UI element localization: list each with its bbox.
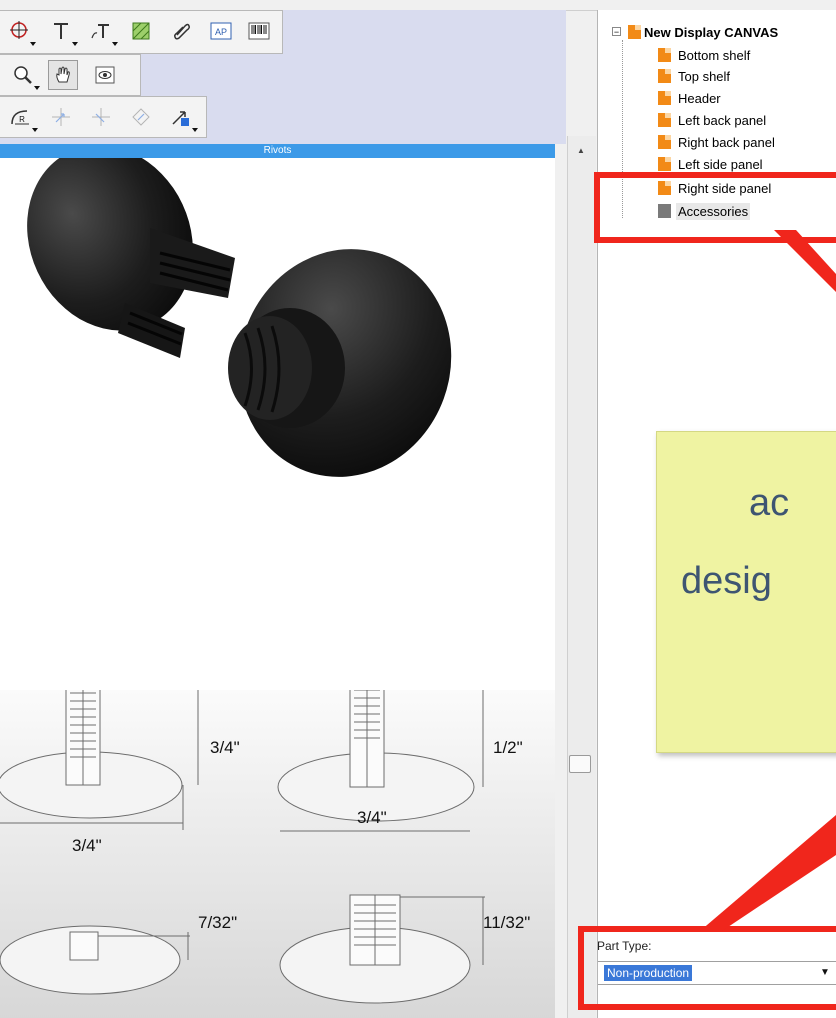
part-icon [658,91,671,105]
image-panel: 3/4" 3/4" 1/2" 3/4" 7/32" 11/32" [0,158,555,1018]
text-tool-icon[interactable] [46,16,78,46]
drawing-toolbar: AP [0,10,283,54]
threaded-rivet [228,249,452,477]
tree-item-label: Left side panel [678,157,763,172]
part-icon [658,135,671,149]
scroll-up-arrow-icon[interactable]: ▲ [577,146,585,155]
dim-top-right-height: 1/2" [493,738,523,757]
note-text-line-1: ac [749,482,790,524]
part-icon [658,113,671,127]
transform-icon[interactable] [166,102,198,132]
tree-item-label: Top shelf [678,69,731,84]
image-panel-title-bar: Rivots [0,144,555,158]
view-toolbar [0,54,141,96]
image-panel-scrollbar[interactable] [567,136,596,1018]
chevron-down-icon[interactable]: ▼ [820,967,830,978]
dimension-drawings: 3/4" 3/4" 1/2" 3/4" 7/32" 11/32" [0,690,555,1018]
part-icon [658,157,671,171]
dim-top-left-width: 3/4" [72,836,102,855]
crosshair-icon[interactable] [4,16,36,46]
split-rivet [27,158,235,358]
move-node-alt-icon[interactable] [86,102,116,132]
view-eye-icon[interactable] [90,60,120,90]
tree-item-label: Header [678,91,721,106]
part-type-value: Non-production [604,965,693,981]
zoom-icon[interactable] [8,60,40,90]
tree-root-label: New Display CANVAS [644,25,779,40]
move-node-icon[interactable] [46,102,76,132]
part-icon [658,48,671,62]
paperclip-icon[interactable] [166,16,196,46]
scrollbar-thumb[interactable] [569,755,591,773]
sticky-note: ac desig [656,431,836,753]
tree-item-label: Right back panel [678,135,775,150]
rivet-photo [27,158,452,477]
ap-icon[interactable]: AP [206,16,236,46]
callout-pointer-top [774,230,836,292]
note-text-line-2: desig [681,560,772,602]
dim-bottom-left-height: 7/32" [198,913,238,932]
dim-top-right-width: 3/4" [357,808,387,827]
part-icon [658,69,671,83]
callout-pointer-bottom [700,815,836,931]
tree-item-label: Left back panel [678,113,767,128]
part-type-select[interactable]: Non-production ▼ [598,961,836,985]
node-toolbar: R [0,96,207,138]
pattern-fill-icon[interactable] [126,16,156,46]
pan-hand-icon[interactable] [48,60,78,90]
radius-label: R [19,115,25,124]
rotate-node-icon[interactable] [126,102,156,132]
tree-item-label: Bottom shelf [678,48,751,63]
radius-icon[interactable]: R [6,102,38,132]
collapse-toggle-icon[interactable]: − [612,27,621,37]
ap-label: AP [215,27,227,37]
text-path-icon[interactable] [86,16,118,46]
dim-top-left-height: 3/4" [210,738,240,757]
barcode-icon[interactable] [244,16,274,46]
canvas-icon [628,25,641,39]
part-type-label: Part Type: [597,939,652,953]
dim-bottom-right-height: 11/32" [483,913,531,932]
image-panel-title: Rivots [263,145,292,156]
